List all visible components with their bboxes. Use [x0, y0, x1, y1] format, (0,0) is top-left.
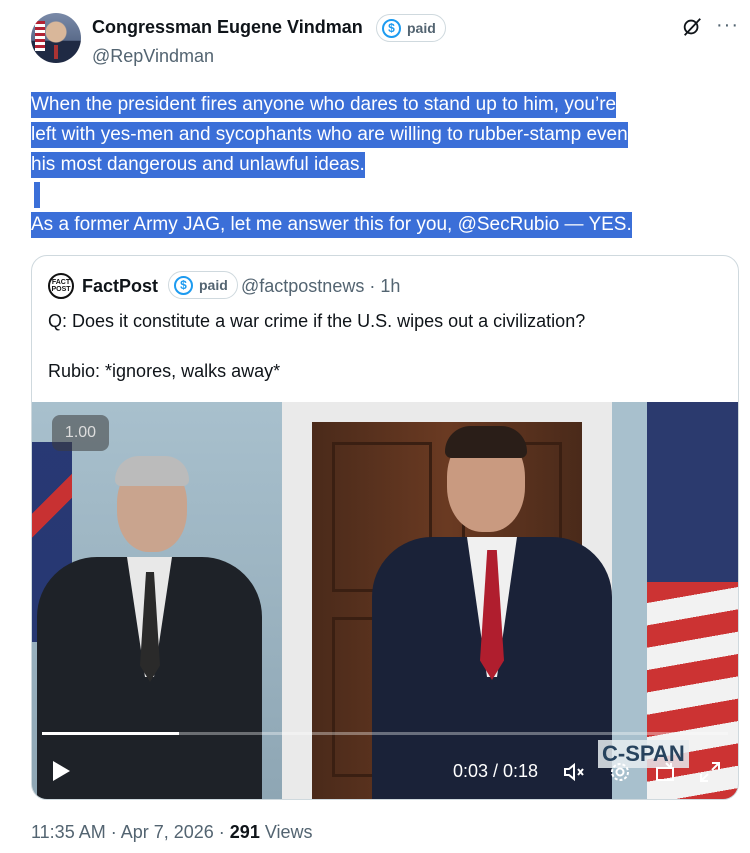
fullscreen-icon[interactable]	[698, 760, 722, 784]
paid-label: paid	[407, 20, 436, 36]
video-player[interactable]: 1.00 C-SPAN 0:03 / 0:18	[32, 402, 738, 799]
views-count: 291	[229, 822, 260, 842]
quote-text: Q: Does it constitute a war crime if the…	[48, 311, 586, 331]
quote-text: Rubio: *ignores, walks away*	[48, 361, 281, 381]
progress-fill	[42, 732, 180, 735]
play-icon[interactable]	[50, 760, 72, 782]
settings-icon[interactable]	[608, 760, 632, 784]
progress-bar[interactable]	[42, 732, 728, 735]
quote-author-name[interactable]: FactPost	[82, 276, 158, 297]
timestamp[interactable]: 11:35 AM · Apr 7, 2026 ·	[31, 822, 230, 842]
views-label: Views	[259, 822, 313, 842]
video-controls: 0:03 / 0:18	[32, 747, 738, 797]
tweet-line: his most dangerous and unlawful ideas.	[31, 152, 365, 178]
more-icon[interactable]: ···	[716, 14, 739, 37]
video-time: 0:03 / 0:18	[453, 761, 539, 781]
author-name[interactable]: Congressman Eugene Vindman	[92, 17, 363, 38]
playback-speed[interactable]: 1.00	[52, 415, 109, 451]
tweet-text: When the president fires anyone who dare…	[31, 90, 741, 240]
author-handle[interactable]: @RepVindman	[92, 46, 214, 67]
tweet-line	[34, 182, 40, 208]
grok-icon[interactable]	[681, 16, 703, 38]
paid-badge[interactable]: $ paid	[168, 271, 238, 299]
avatar[interactable]	[31, 13, 81, 63]
tweet-meta: 11:35 AM · Apr 7, 2026 · 291 Views	[31, 822, 313, 843]
tweet-line: When the president fires anyone who dare…	[31, 92, 617, 118]
pip-icon[interactable]	[654, 760, 678, 784]
dollar-icon: $	[382, 18, 401, 38]
tweet-line: As a former Army JAG, let me answer this…	[31, 212, 632, 238]
quote-handle-time[interactable]: @factpostnews · 1h	[241, 276, 400, 297]
paid-label: paid	[199, 277, 228, 293]
quote-card[interactable]: FACT POST FactPost $ paid @factpostnews ·…	[31, 255, 739, 800]
dollar-icon: $	[174, 275, 193, 295]
paid-badge[interactable]: $ paid	[376, 14, 446, 42]
volume-muted-icon[interactable]	[562, 760, 586, 784]
tweet-line: left with yes-men and sycophants who are…	[31, 122, 628, 148]
factpost-logo[interactable]: FACT POST	[48, 273, 74, 299]
